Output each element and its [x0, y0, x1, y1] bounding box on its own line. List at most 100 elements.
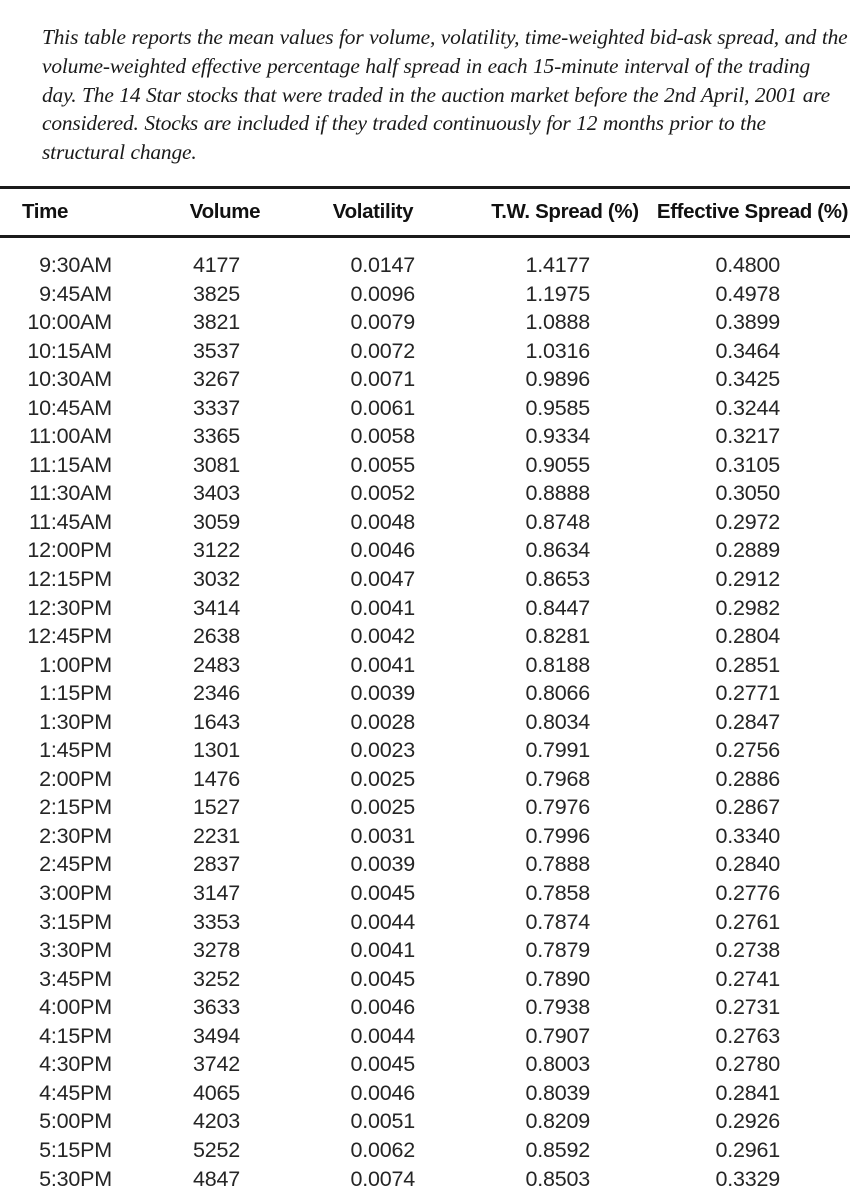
cell-time: 9:45AM [0, 280, 112, 309]
cell-volatility: 0.0047 [280, 565, 415, 594]
cell-tw-spread: 0.7976 [440, 793, 590, 822]
table-row: 12:30PM34140.00410.84470.2982 [0, 594, 850, 623]
cell-time: 5:30PM [0, 1165, 112, 1193]
cell-time: 3:30PM [0, 936, 112, 965]
cell-time: 10:15AM [0, 337, 112, 366]
cell-tw-spread: 0.7879 [440, 936, 590, 965]
cell-time: 2:30PM [0, 822, 112, 851]
cell-volume: 3742 [120, 1050, 240, 1079]
cell-volume: 3353 [120, 908, 240, 937]
cell-volume: 2231 [120, 822, 240, 851]
cell-time: 2:45PM [0, 850, 112, 879]
cell-volatility: 0.0072 [280, 337, 415, 366]
cell-tw-spread: 0.7888 [440, 850, 590, 879]
table-row: 5:00PM42030.00510.82090.2926 [0, 1107, 850, 1136]
table-row: 1:30PM16430.00280.80340.2847 [0, 708, 850, 737]
cell-effective-spread: 0.3425 [620, 365, 780, 394]
cell-effective-spread: 0.2738 [620, 936, 780, 965]
cell-time: 4:00PM [0, 993, 112, 1022]
cell-effective-spread: 0.3050 [620, 479, 780, 508]
cell-volume: 3825 [120, 280, 240, 309]
cell-tw-spread: 0.8748 [440, 508, 590, 537]
cell-time: 12:00PM [0, 536, 112, 565]
cell-effective-spread: 0.3899 [620, 308, 780, 337]
cell-tw-spread: 0.7938 [440, 993, 590, 1022]
cell-time: 9:30AM [0, 251, 112, 280]
cell-effective-spread: 0.2912 [620, 565, 780, 594]
cell-volume: 3337 [120, 394, 240, 423]
cell-effective-spread: 0.2761 [620, 908, 780, 937]
cell-volatility: 0.0041 [280, 651, 415, 680]
cell-effective-spread: 0.2804 [620, 622, 780, 651]
cell-effective-spread: 0.3217 [620, 422, 780, 451]
cell-tw-spread: 0.8634 [440, 536, 590, 565]
table-row: 11:00AM33650.00580.93340.3217 [0, 422, 850, 451]
cell-tw-spread: 0.8039 [440, 1079, 590, 1108]
table-row: 1:15PM23460.00390.80660.2771 [0, 679, 850, 708]
cell-tw-spread: 0.9334 [440, 422, 590, 451]
cell-volatility: 0.0079 [280, 308, 415, 337]
cell-tw-spread: 0.9055 [440, 451, 590, 480]
table-row: 9:45AM38250.00961.19750.4978 [0, 280, 850, 309]
cell-volume: 3821 [120, 308, 240, 337]
cell-time: 1:15PM [0, 679, 112, 708]
cell-time: 1:00PM [0, 651, 112, 680]
cell-effective-spread: 0.2763 [620, 1022, 780, 1051]
cell-tw-spread: 0.8034 [440, 708, 590, 737]
cell-tw-spread: 0.7968 [440, 765, 590, 794]
cell-volatility: 0.0051 [280, 1107, 415, 1136]
table-row: 3:45PM32520.00450.78900.2741 [0, 965, 850, 994]
table-row: 12:45PM26380.00420.82810.2804 [0, 622, 850, 651]
cell-volatility: 0.0074 [280, 1165, 415, 1193]
cell-tw-spread: 0.8188 [440, 651, 590, 680]
cell-time: 3:00PM [0, 879, 112, 908]
table-row: 10:15AM35370.00721.03160.3464 [0, 337, 850, 366]
cell-time: 3:15PM [0, 908, 112, 937]
cell-time: 11:45AM [0, 508, 112, 537]
cell-tw-spread: 0.7991 [440, 736, 590, 765]
table-row: 12:00PM31220.00460.86340.2889 [0, 536, 850, 565]
cell-volatility: 0.0062 [280, 1136, 415, 1165]
cell-time: 2:15PM [0, 793, 112, 822]
cell-volume: 4065 [120, 1079, 240, 1108]
cell-volume: 3147 [120, 879, 240, 908]
cell-tw-spread: 0.8003 [440, 1050, 590, 1079]
cell-time: 11:00AM [0, 422, 112, 451]
cell-effective-spread: 0.3329 [620, 1165, 780, 1193]
table-top-rule [0, 186, 850, 189]
cell-tw-spread: 0.8066 [440, 679, 590, 708]
cell-time: 11:15AM [0, 451, 112, 480]
cell-volatility: 0.0045 [280, 879, 415, 908]
table-row: 3:15PM33530.00440.78740.2761 [0, 908, 850, 937]
cell-volatility: 0.0041 [280, 594, 415, 623]
cell-volume: 3252 [120, 965, 240, 994]
cell-volatility: 0.0045 [280, 965, 415, 994]
cell-volatility: 0.0025 [280, 765, 415, 794]
cell-volatility: 0.0046 [280, 536, 415, 565]
cell-volatility: 0.0096 [280, 280, 415, 309]
cell-volume: 3278 [120, 936, 240, 965]
cell-effective-spread: 0.3464 [620, 337, 780, 366]
cell-volatility: 0.0147 [280, 251, 415, 280]
table-row: 4:30PM37420.00450.80030.2780 [0, 1050, 850, 1079]
cell-effective-spread: 0.4978 [620, 280, 780, 309]
cell-effective-spread: 0.2972 [620, 508, 780, 537]
cell-effective-spread: 0.2776 [620, 879, 780, 908]
column-header-volatility: Volatility [313, 199, 433, 225]
cell-volatility: 0.0039 [280, 679, 415, 708]
cell-volume: 2638 [120, 622, 240, 651]
table-row: 2:15PM15270.00250.79760.2867 [0, 793, 850, 822]
cell-tw-spread: 0.7907 [440, 1022, 590, 1051]
cell-tw-spread: 0.8281 [440, 622, 590, 651]
cell-time: 2:00PM [0, 765, 112, 794]
cell-effective-spread: 0.4800 [620, 251, 780, 280]
cell-effective-spread: 0.2771 [620, 679, 780, 708]
cell-time: 1:45PM [0, 736, 112, 765]
table-row: 1:00PM24830.00410.81880.2851 [0, 651, 850, 680]
cell-volume: 3032 [120, 565, 240, 594]
cell-volatility: 0.0055 [280, 451, 415, 480]
table-row: 9:30AM41770.01471.41770.4800 [0, 251, 850, 280]
table-row: 2:00PM14760.00250.79680.2886 [0, 765, 850, 794]
cell-time: 12:45PM [0, 622, 112, 651]
table-row: 11:15AM30810.00550.90550.3105 [0, 451, 850, 480]
